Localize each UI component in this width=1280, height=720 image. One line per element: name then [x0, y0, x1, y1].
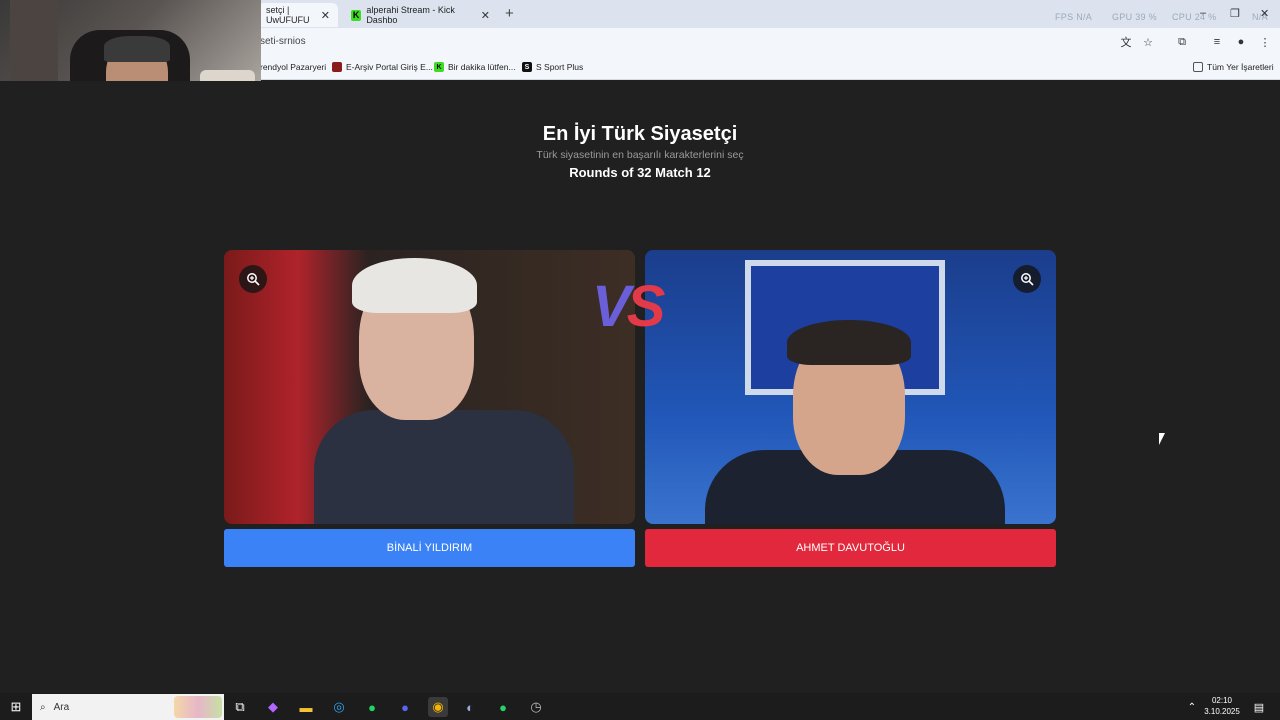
choose-right-button[interactable]: AHMET DAVUTOĞLU: [645, 529, 1056, 567]
discord-icon[interactable]: ●: [395, 697, 415, 717]
window-close-icon[interactable]: ✕: [1260, 7, 1269, 20]
speedometer-icon[interactable]: ◷: [526, 697, 546, 717]
streamer-hair: [104, 36, 170, 62]
bookmark-item[interactable]: rendyol Pazaryeri: [260, 62, 326, 72]
tab-kick-dashboard[interactable]: K alperahi Stream - Kick Dashbo ✕: [343, 3, 498, 27]
taskbar-search[interactable]: ⌕ Ara: [32, 694, 224, 720]
dark-hair: [787, 320, 911, 365]
zoom-icon[interactable]: [1013, 265, 1041, 293]
restore-icon[interactable]: ❐: [1230, 7, 1240, 20]
s-sport-icon: S: [522, 62, 532, 72]
choose-left-button[interactable]: BİNALİ YILDIRIM: [224, 529, 635, 567]
notification-icon[interactable]: ▤: [1249, 697, 1269, 717]
translate-icon[interactable]: 文: [1119, 35, 1133, 49]
tab-label: setçi | UwUFUFU: [266, 5, 310, 25]
media-control-icon[interactable]: ≡: [1210, 35, 1224, 49]
e-arsiv-icon: [332, 62, 342, 72]
tray-chevron-up-icon[interactable]: ⌃: [1182, 697, 1202, 717]
fps-readout: FPS N/A: [1055, 12, 1093, 22]
tab-label: alperahi Stream - Kick Dashbo: [366, 5, 455, 25]
close-icon[interactable]: ✕: [481, 9, 490, 22]
bookmark-item[interactable]: E-Arşiv Portal Giriş E...: [332, 62, 433, 72]
clock[interactable]: 02:10 3.10.2025: [1200, 695, 1244, 717]
page-subtitle: Türk siyasetinin en başarılı karakterler…: [536, 149, 744, 161]
bookmark-item[interactable]: S S Sport Plus: [522, 62, 583, 72]
kick-logo-icon: K: [434, 62, 444, 72]
bookmark-label: S Sport Plus: [536, 62, 584, 72]
page-title: En İyi Türk Siyasetçi: [542, 123, 738, 145]
menu-kebab-icon[interactable]: ⋮: [1258, 35, 1272, 49]
bookmark-item[interactable]: K Bir dakika lütfen...: [434, 62, 516, 72]
clock-time: 02:10: [1211, 696, 1233, 705]
close-icon[interactable]: ✕: [321, 9, 330, 22]
clock-date: 3.10.2025: [1204, 707, 1240, 716]
mouse-cursor-icon: [1159, 433, 1165, 445]
bookmark-star-icon[interactable]: ☆: [1141, 35, 1155, 49]
task-view-icon[interactable]: ⧉: [230, 697, 250, 717]
cpu-readout: CPU 24 %: [1172, 12, 1217, 22]
whatsapp-icon[interactable]: ●: [493, 697, 513, 717]
steam-icon[interactable]: ◐: [460, 697, 480, 717]
bookmark-label: rendyol Pazaryeri: [260, 62, 327, 72]
vs-badge: VS: [592, 277, 692, 337]
extensions-icon[interactable]: ⧉: [1175, 35, 1189, 49]
white-hair: [352, 258, 477, 313]
minimize-icon[interactable]: –: [1200, 7, 1206, 19]
bookmarks-folder[interactable]: Tüm Yer İşaretleri: [1193, 62, 1274, 72]
round-indicator: Rounds of 32 Match 12: [569, 165, 711, 180]
copilot-icon[interactable]: ◆: [263, 697, 283, 717]
tab-active[interactable]: setçi | UwUFUFU ✕: [258, 3, 338, 27]
right-candidate-image[interactable]: [645, 250, 1056, 524]
profile-avatar-icon[interactable]: ●: [1234, 35, 1248, 49]
windows-start-icon[interactable]: ⊞: [6, 697, 26, 717]
kick-logo-icon: K: [351, 9, 362, 21]
search-placeholder: Ara: [53, 701, 70, 713]
gpu-readout: GPU 39 %: [1112, 12, 1157, 22]
web-page: En İyi Türk Siyasetçi Türk siyasetinin e…: [0, 81, 1280, 693]
spotify-icon[interactable]: ●: [362, 697, 382, 717]
folder-icon: [1193, 62, 1203, 72]
chrome-icon[interactable]: ◉: [428, 697, 448, 717]
left-candidate-image[interactable]: [224, 250, 635, 524]
edge-icon[interactable]: ◎: [329, 697, 349, 717]
search-icon: ⌕: [40, 701, 46, 713]
url-field[interactable]: seti-srnios: [260, 36, 306, 47]
bookmark-label: E-Arşiv Portal Giriş E...: [346, 62, 433, 72]
bookmark-label: Bir dakika lütfen...: [448, 62, 516, 72]
file-explorer-icon[interactable]: ▬: [296, 697, 316, 717]
new-tab-button[interactable]: +: [505, 5, 514, 22]
bookmark-label: Tüm Yer İşaretleri: [1207, 62, 1274, 72]
windows-taskbar: ⊞ ⌕ Ara ⧉ ◆ ▬ ◎ ● ● ◉ ◐ ● ◷ ⌃ 02:10 3.10…: [0, 693, 1280, 720]
suit: [314, 410, 574, 524]
zoom-icon[interactable]: [239, 265, 267, 293]
vs-letter-s: S: [626, 274, 666, 339]
vs-letter-v: V: [592, 274, 631, 339]
search-highlight-image: [174, 696, 222, 718]
